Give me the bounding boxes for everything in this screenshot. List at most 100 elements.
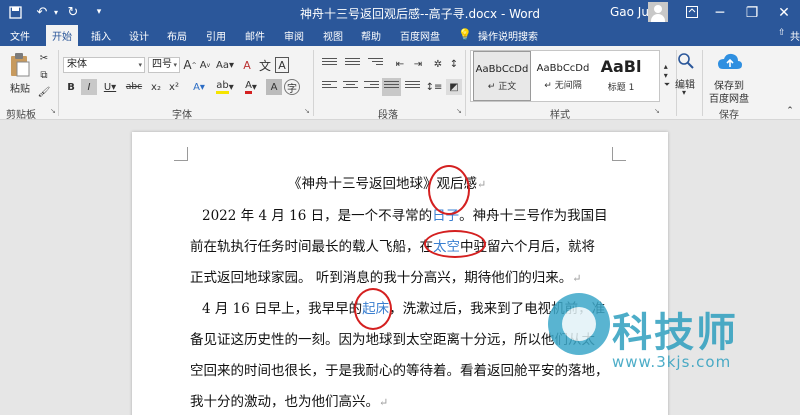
save-icon[interactable] [6, 3, 24, 21]
share-icon[interactable]: ⇧ [778, 28, 786, 38]
tab-layout[interactable]: 布局 [167, 28, 187, 43]
save-group-label: 保存 [719, 110, 739, 121]
undo-dropdown-icon[interactable]: ▾ [47, 3, 65, 21]
bullets-icon[interactable] [322, 58, 337, 70]
styles-gallery: AaBbCcDd ↵ 正文 AaBbCcDd ↵ 无间隔 AaBl 标题 1 [470, 50, 660, 102]
cut-icon[interactable]: ✂ [36, 50, 52, 66]
tab-review[interactable]: 审阅 [284, 28, 304, 43]
shading-icon[interactable]: ◩ [446, 79, 462, 95]
tab-references[interactable]: 引用 [206, 28, 226, 43]
superscript-button[interactable]: x² [166, 79, 182, 95]
lightbulb-icon: 💡 [458, 28, 472, 41]
find-icon[interactable] [674, 50, 698, 72]
tab-design[interactable]: 设计 [129, 28, 149, 43]
style-heading-1[interactable]: AaBl 标题 1 [593, 51, 649, 101]
close-button[interactable]: ✕ [768, 0, 800, 25]
style-normal[interactable]: AaBbCcDd ↵ 正文 [473, 51, 531, 101]
distributed-icon[interactable] [405, 81, 420, 93]
grow-font-icon[interactable]: A ^ [183, 57, 197, 73]
enclosed-character-icon[interactable]: 字 [284, 79, 300, 95]
tell-me-search[interactable]: 操作说明搜索 [478, 28, 538, 43]
margin-marker [612, 147, 626, 161]
tab-baidu-netdisk[interactable]: 百度网盘 [400, 28, 440, 43]
underline-button[interactable]: U▾ [100, 79, 120, 95]
multilevel-list-icon[interactable] [368, 58, 383, 70]
phonetic-guide-icon[interactable]: 文 [258, 57, 272, 73]
save-to-baidu-button-line2[interactable]: 百度网盘 [706, 90, 752, 105]
align-left-icon[interactable] [322, 81, 337, 93]
collapse-ribbon-icon[interactable]: ⌃ [784, 106, 796, 116]
paragraph-launcher-icon[interactable]: ↘ [456, 107, 462, 115]
title-bar: ↶ ▾ ↻ ▾ 神舟十三号返回观后感--高子寻.docx - Word Gao … [0, 0, 800, 25]
bold-button[interactable]: B [63, 79, 79, 95]
ribbon-display-options-icon[interactable] [683, 3, 701, 21]
clear-formatting-icon[interactable]: A [240, 57, 254, 73]
style-no-spacing[interactable]: AaBbCcDd ↵ 无间隔 [534, 51, 592, 101]
watermark-url: www.3kjs.com [612, 353, 732, 371]
minimize-button[interactable]: ─ [704, 0, 736, 25]
ribbon-tabs: 文件 开始 插入 设计 布局 引用 邮件 审阅 视图 帮助 百度网盘 💡 操作说… [0, 25, 800, 46]
decrease-indent-icon[interactable]: ⇤ [392, 56, 408, 72]
strikethrough-button[interactable]: abc [124, 79, 144, 95]
paste-button[interactable]: 粘贴 [6, 80, 34, 95]
tab-view[interactable]: 视图 [323, 28, 343, 43]
paragraph-line[interactable]: 前在轨执行任务时间最长的载人飞船，在太空中驻留六个月后，就将 [190, 235, 595, 255]
text-effects-icon[interactable]: A▾ [188, 79, 210, 95]
ribbon-home: 粘贴 ✂ ⧉ 🖌 剪贴板 ↘ 宋体 ▾ 四号 ▾ A ^ Av Aa▾ A 文 A B… [0, 46, 800, 121]
divider [702, 50, 703, 116]
tab-help[interactable]: 帮助 [361, 28, 381, 43]
watermark-logo-icon [548, 293, 610, 355]
format-painter-icon[interactable]: 🖌 [36, 84, 52, 100]
restore-button[interactable]: ❐ [736, 0, 768, 25]
paragraph-group-label: 段落 [378, 110, 398, 121]
numbering-icon[interactable] [345, 58, 360, 70]
divider [465, 50, 466, 116]
copy-icon[interactable]: ⧉ [36, 67, 52, 83]
sort-icon[interactable]: ↕ [446, 56, 462, 72]
annotation-circle [428, 165, 470, 215]
avatar[interactable] [648, 2, 668, 22]
customize-toolbar-icon[interactable]: ▾ [90, 3, 108, 21]
align-right-icon[interactable] [364, 81, 379, 93]
font-group-label: 字体 [172, 110, 192, 121]
paragraph-line[interactable]: 空回来的时间也很长，于是我耐心的等待着。看着返回舱平安的落地， [190, 359, 609, 379]
shrink-font-icon[interactable]: Av [198, 57, 212, 73]
tab-file[interactable]: 文件 [10, 28, 30, 43]
justify-icon[interactable] [382, 78, 401, 96]
enclose-characters-icon[interactable]: A [275, 57, 289, 73]
font-name-select[interactable]: 宋体 ▾ [63, 57, 145, 73]
line-spacing-icon[interactable]: ↕≡ [426, 79, 443, 95]
font-launcher-icon[interactable]: ↘ [304, 107, 310, 115]
subscript-button[interactable]: x₂ [148, 79, 164, 95]
align-center-icon[interactable] [343, 81, 358, 93]
chinese-layout-icon[interactable]: ✲ [430, 56, 446, 72]
tab-mailings[interactable]: 邮件 [245, 28, 265, 43]
cloud-upload-icon[interactable] [716, 50, 744, 74]
tab-insert[interactable]: 插入 [91, 28, 111, 43]
font-color-icon[interactable]: A ▾ [240, 79, 262, 95]
font-size-select[interactable]: 四号 ▾ [148, 57, 180, 73]
paste-icon[interactable] [6, 52, 34, 78]
increase-indent-icon[interactable]: ⇥ [410, 56, 426, 72]
character-shading-icon[interactable]: A [266, 79, 282, 95]
divider [58, 50, 59, 116]
paragraph-line[interactable]: 备见证这历史性的一刻。因为地球到太空距离十分远，所以他们从太 [190, 328, 595, 348]
highlight-color-icon[interactable]: ab ▾ [214, 79, 236, 95]
paragraph-line[interactable]: 我十分的激动，也为他们高兴。↵ [190, 390, 388, 410]
margin-marker [174, 147, 188, 161]
styles-launcher-icon[interactable]: ↘ [654, 107, 660, 115]
styles-group-label: 样式 [550, 110, 570, 121]
change-case-icon[interactable]: Aa▾ [216, 57, 234, 73]
paragraph-line[interactable]: 正式返回地球家园。 听到消息的我十分高兴，期待他们的归来。↵ [190, 266, 582, 286]
clipboard-launcher-icon[interactable]: ↘ [50, 107, 56, 115]
document-title: 神舟十三号返回观后感--高子寻.docx - Word [300, 7, 540, 21]
editing-dropdown-icon[interactable]: ▾ [679, 88, 689, 97]
clipboard-group-label: 剪贴板 [6, 110, 36, 121]
redo-icon[interactable]: ↻ [64, 3, 82, 21]
paragraph-line[interactable]: 2022 年 4 月 16 日，是一个不寻常的日子。神舟十三号作为我国目 [202, 204, 608, 224]
paragraph-line[interactable]: 4 月 16 日早上，我早早的起床，洗漱过后，我来到了电视机前，准 [202, 297, 605, 317]
tab-home[interactable]: 开始 [46, 25, 78, 46]
italic-button[interactable]: I [81, 79, 97, 95]
document-page[interactable]: 《神舟十三号返回地球》观后感↵ 2022 年 4 月 16 日，是一个不寻常的日… [132, 132, 668, 415]
share-button[interactable]: 共享 [790, 28, 800, 43]
